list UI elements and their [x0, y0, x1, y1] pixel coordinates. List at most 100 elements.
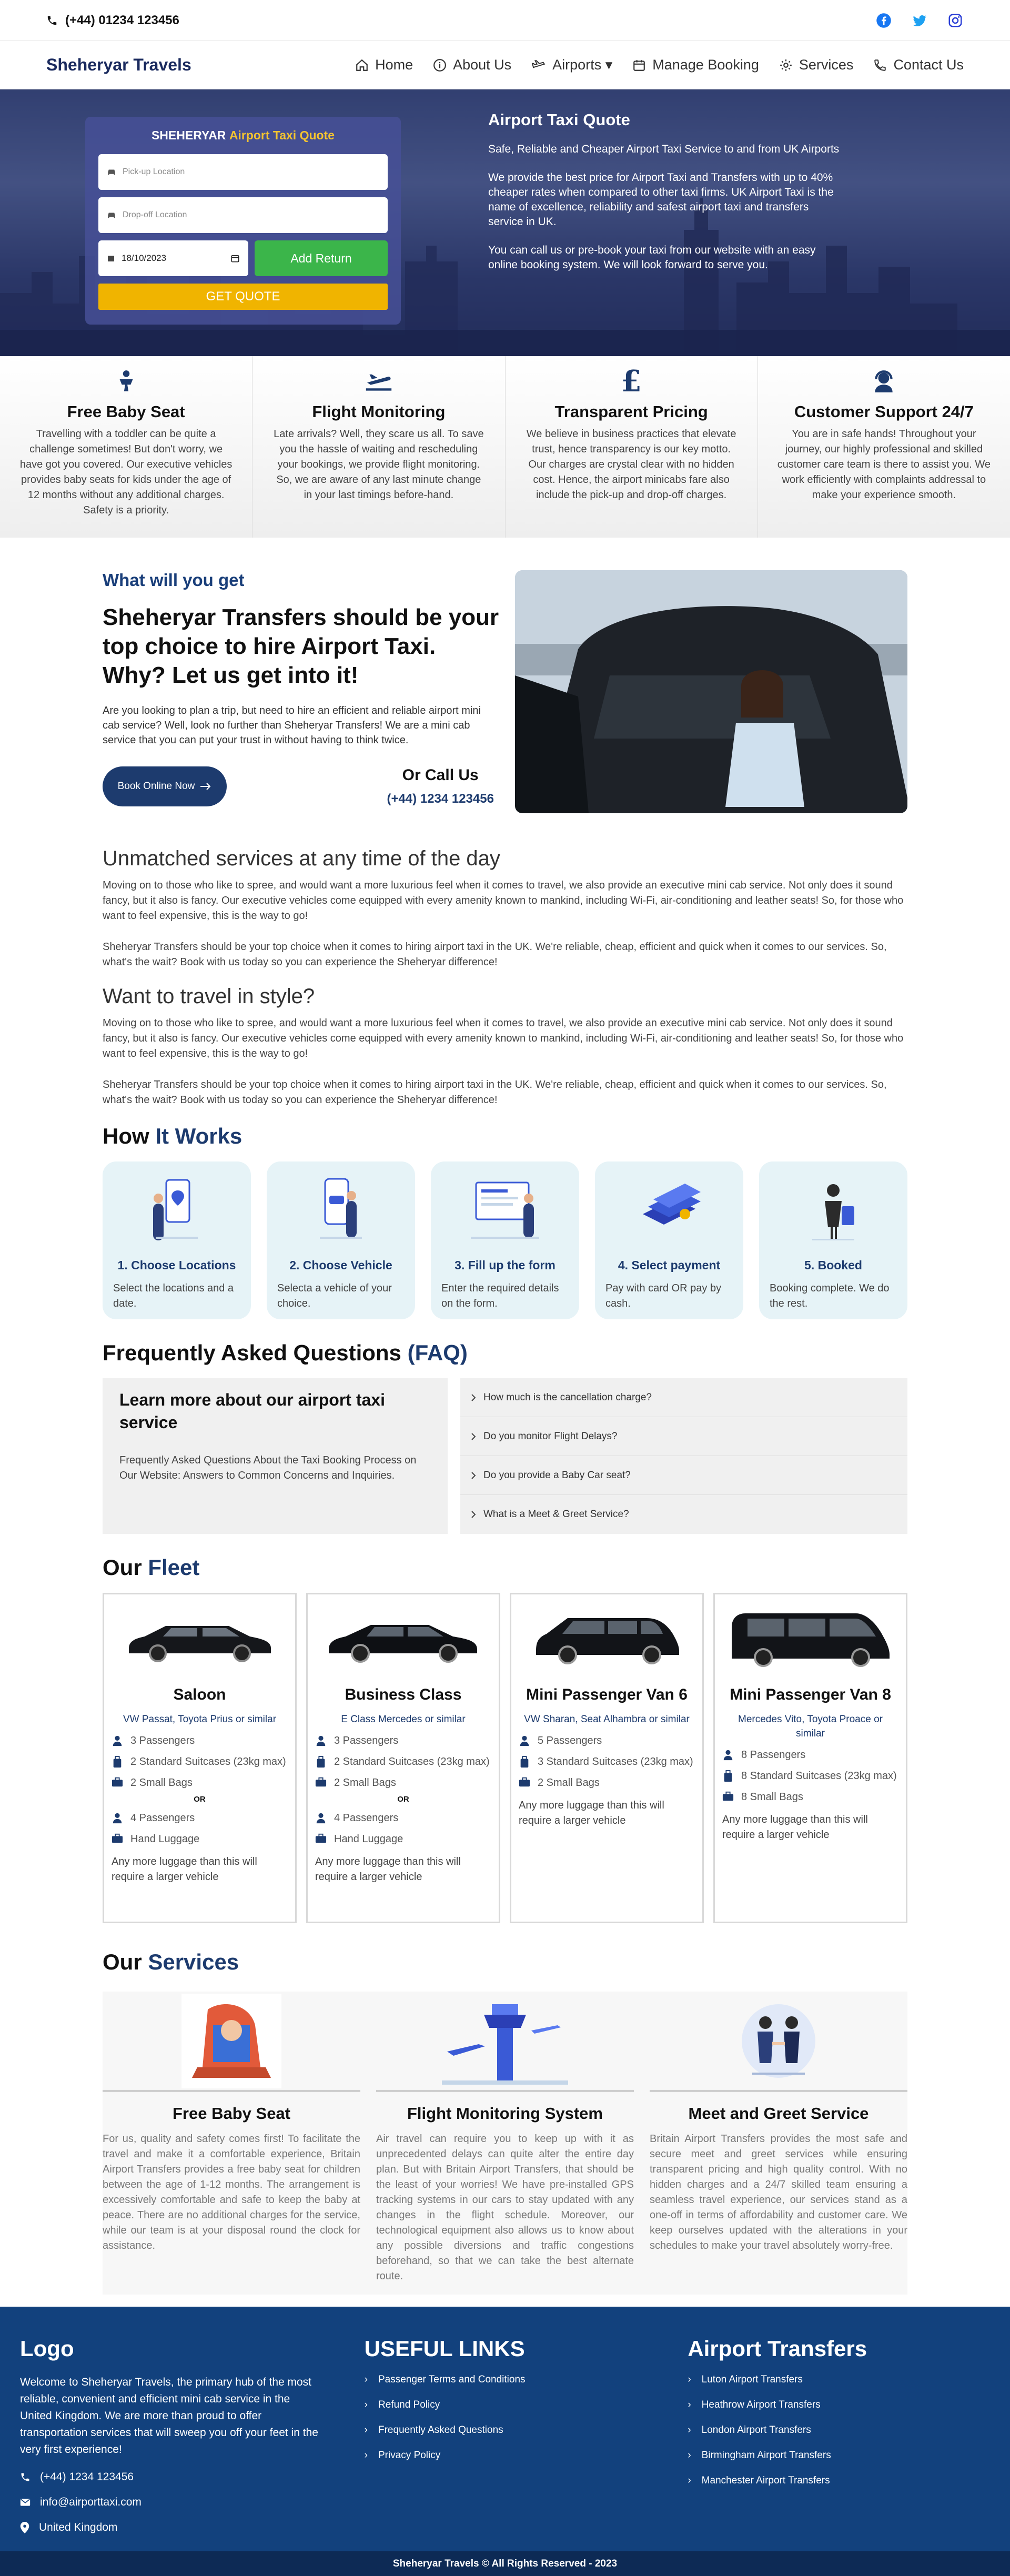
- vehicle-card[interactable]: Mini Passenger Van 6 VW Sharan, Seat Alh…: [510, 1593, 704, 1923]
- faq-item[interactable]: Do you provide a Baby Car seat?: [460, 1456, 907, 1495]
- person-icon: [113, 1735, 122, 1746]
- nav-item-airports[interactable]: Airports ▾: [531, 57, 612, 73]
- nav-item-contact[interactable]: Contact Us: [873, 57, 964, 73]
- capacity-row: 3 Passengers: [112, 1734, 288, 1747]
- feature-text: Late arrivals? Well, they scare us all. …: [274, 428, 484, 501]
- book-online-label: Book Online Now: [117, 781, 195, 792]
- suitcases-text: 3 Standard Suitcases (23kg max): [538, 1756, 693, 1767]
- nav-item-services[interactable]: Services: [779, 57, 853, 73]
- vehicle-card[interactable]: Mini Passenger Van 8 Mercedes Vito, Toyo…: [713, 1593, 907, 1923]
- footer: Logo Welcome to Sheheryar Travels, the p…: [0, 2307, 1010, 2551]
- vehicle-card[interactable]: Saloon VW Passat, Toyota Prius or simila…: [103, 1593, 297, 1923]
- suitcase-icon: [520, 1756, 529, 1768]
- calendar-icon: [108, 256, 114, 261]
- faq-item[interactable]: What is a Meet & Greet Service?: [460, 1495, 907, 1534]
- date-input[interactable]: 18/10/2023: [98, 240, 248, 276]
- chevron-right-icon: ›: [364, 2374, 368, 2385]
- bag-icon: [112, 1777, 123, 1787]
- step-text: Selecta a vehicle of your choice.: [277, 1282, 392, 1309]
- passengers-text: 4 Passengers: [334, 1812, 399, 1824]
- feature-title: Customer Support 24/7: [794, 402, 974, 421]
- calendar-picker-icon[interactable]: [230, 254, 240, 263]
- chevron-right-icon: ›: [688, 2374, 691, 2385]
- nav-item-about[interactable]: About Us: [433, 57, 511, 73]
- capacity-row: Hand Luggage: [112, 1832, 288, 1846]
- suitcase-icon: [317, 1756, 325, 1768]
- service-card: Flight Monitoring System Air travel can …: [376, 1992, 634, 2295]
- bag-icon: [519, 1777, 530, 1787]
- footer-phone[interactable]: (+44) 1234 123456: [20, 2471, 322, 2483]
- footer-link[interactable]: › London Airport Transfers: [688, 2425, 990, 2436]
- footer-link[interactable]: › Birmingham Airport Transfers: [688, 2450, 990, 2461]
- feature-card: Customer Support 24/7 You are in safe ha…: [758, 356, 1010, 538]
- faq-item[interactable]: Do you monitor Flight Delays?: [460, 1417, 907, 1456]
- or-divider: OR: [397, 1795, 409, 1804]
- footer-link-label: Birmingham Airport Transfers: [701, 2450, 831, 2461]
- suitcase-icon: [724, 1770, 732, 1782]
- faq-intro-title: Learn more about our airport taxi servic…: [119, 1390, 385, 1432]
- call-us-title: Or Call Us: [402, 766, 479, 784]
- vehicle-card[interactable]: Business Class E Class Mercedes or simil…: [306, 1593, 500, 1923]
- footer-link[interactable]: › Manchester Airport Transfers: [688, 2475, 990, 2487]
- feature-title: Free Baby Seat: [67, 402, 185, 421]
- add-return-button[interactable]: Add Return: [255, 240, 388, 276]
- step-card: 2. Choose Vehicle Selecta a vehicle of y…: [267, 1161, 415, 1319]
- capacity-row: 8 Standard Suitcases (23kg max): [722, 1769, 898, 1783]
- twitter-icon[interactable]: [911, 12, 928, 29]
- pickup-input[interactable]: Pick-up Location: [98, 154, 388, 190]
- brand-logo[interactable]: Sheheryar Travels: [46, 55, 191, 75]
- chauffeur-photo: [514, 570, 907, 813]
- why-eyebrow: What will you get: [103, 570, 245, 590]
- suitcase-icon: [113, 1756, 122, 1768]
- footer-link-label: Frequently Asked Questions: [378, 2425, 503, 2436]
- faq-item[interactable]: How much is the cancellation charge?: [460, 1378, 907, 1417]
- nav-item-manage-booking[interactable]: Manage Booking: [632, 57, 759, 73]
- business-car-image: [328, 1625, 477, 1663]
- person-icon: [316, 1735, 326, 1746]
- why-paragraph: Are you looking to plan a trip, but need…: [103, 705, 481, 746]
- bags-text: 8 Small Bags: [741, 1791, 803, 1803]
- chevron-right-icon: [471, 1471, 476, 1479]
- chevron-right-icon: ›: [688, 2399, 691, 2410]
- footer-email[interactable]: info@airporttaxi.com: [20, 2496, 322, 2509]
- plane-icon: [366, 374, 392, 391]
- faq-question: Do you provide a Baby Car seat?: [483, 1469, 631, 1481]
- service-text: For us, quality and safety comes first! …: [103, 2133, 360, 2251]
- minivan-8-image: [731, 1613, 890, 1667]
- passengers-text: 3 Passengers: [130, 1735, 195, 1746]
- call-us-number[interactable]: (+44) 1234 123456: [387, 792, 494, 806]
- footer-phone-text: (+44) 1234 123456: [40, 2471, 134, 2483]
- footer-link[interactable]: › Luton Airport Transfers: [688, 2374, 990, 2386]
- bags-text: 2 Small Bags: [334, 1777, 396, 1789]
- gear-icon: [780, 59, 792, 71]
- book-online-button[interactable]: Book Online Now: [103, 766, 227, 806]
- main-content: What will you get Sheheryar Transfers sh…: [103, 570, 907, 2295]
- dropoff-input[interactable]: Drop-off Location: [98, 197, 388, 233]
- phone-icon: [47, 16, 57, 25]
- footer-link[interactable]: › Refund Policy: [365, 2399, 667, 2411]
- how-title: How It Works: [103, 1124, 243, 1148]
- person-icon: [520, 1735, 529, 1746]
- capacity-row: 2 Small Bags: [315, 1776, 491, 1790]
- footer-link[interactable]: › Heathrow Airport Transfers: [688, 2399, 990, 2411]
- footer-link[interactable]: › Passenger Terms and Conditions: [365, 2374, 667, 2386]
- nav-label: Manage Booking: [652, 57, 759, 73]
- footer-logo[interactable]: Logo: [20, 2336, 322, 2361]
- step-title: 1. Choose Locations: [117, 1258, 236, 1272]
- text-block-title: Want to travel in style?: [103, 985, 315, 1008]
- step-text: Select the locations and a date.: [113, 1282, 234, 1309]
- instagram-icon[interactable]: [947, 12, 964, 29]
- get-quote-button[interactable]: GET QUOTE: [98, 284, 388, 310]
- facebook-icon[interactable]: [875, 12, 892, 29]
- footer-link[interactable]: › Frequently Asked Questions: [365, 2425, 667, 2436]
- car-icon: [108, 169, 115, 175]
- top-phone[interactable]: (+44) 01234 123456: [46, 13, 179, 28]
- feature-text: We believe in business practices that el…: [526, 428, 736, 501]
- chevron-right-icon: [471, 1393, 476, 1401]
- nav-item-home[interactable]: Home: [355, 57, 413, 73]
- chevron-right-icon: ›: [688, 2450, 691, 2461]
- services-section: Our Services Free Baby Seat For us, qual…: [103, 1949, 907, 2295]
- vehicle-name: Business Class: [345, 1686, 462, 1703]
- footer-link[interactable]: › Privacy Policy: [365, 2450, 667, 2461]
- service-title: Free Baby Seat: [173, 2104, 290, 2123]
